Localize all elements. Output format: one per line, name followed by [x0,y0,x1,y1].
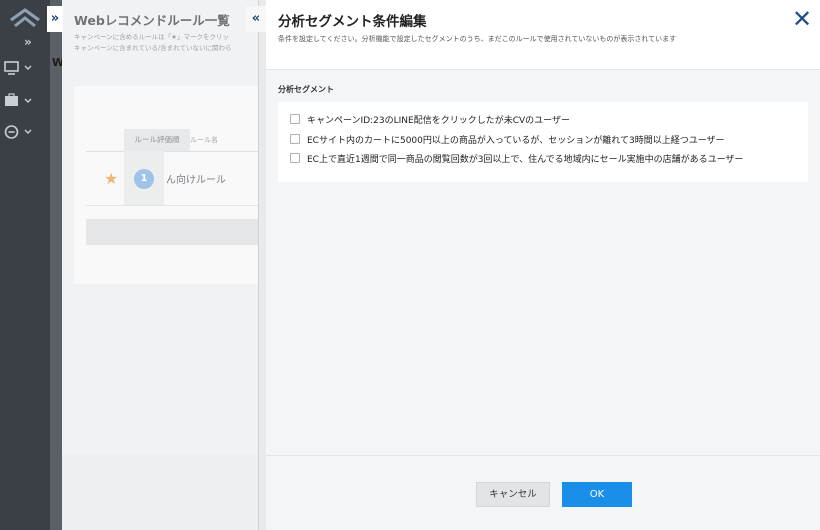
collapse-panel-button[interactable]: « [246,6,266,32]
rule-list-description: キャンペーンに含めるルールは「★」マークをクリッ キャンペーンに含まれている/含… [74,32,231,54]
table-divider [86,151,258,152]
double-chevron-left-icon: « [251,11,261,26]
rank-badge: 1 [134,169,154,189]
table-divider [86,205,258,206]
segment-list: キャンペーンID:23のLINE配信をクリックしたが未CVのユーザー ECサイト… [278,102,808,182]
segment-edit-modal: 分析セグメント条件編集 条件を設定してください。分析機能で設定したセグメントのう… [266,0,820,530]
double-chevron-right-icon: » [50,11,60,26]
rule-list-description-line1: キャンペーンに含めるルールは「★」マークをクリッ [74,33,230,41]
rule-list-description-line2: キャンペーンに含まれている/含まれていないに関わら [74,44,232,52]
segment-option[interactable]: EC上で直近1週間で同一商品の閲覧回数が3回以上で、住んでる地域内にセール実施中… [290,151,743,165]
segment-option[interactable]: キャンペーンID:23のLINE配信をクリックしたが未CVのユーザー [290,112,570,126]
rule-list-panel: Webレコメンドルール一覧 キャンペーンに含めるルールは「★」マークをクリッ キ… [62,0,258,530]
nav-monitor[interactable] [4,60,44,80]
segment-checkbox[interactable] [290,153,300,163]
segment-label: キャンペーンID:23のLINE配信をクリックしたが未CVのユーザー [307,115,570,126]
rule-name[interactable]: ん向けルール [166,171,226,186]
rule-list-title: Webレコメンドルール一覧 [74,13,230,28]
segment-label: EC上で直近1週間で同一商品の閲覧回数が3回以上で、住んでる地域内にセール実施中… [307,154,744,165]
modal-title: 分析セグメント条件編集 [278,14,427,30]
section-label: 分析セグメント [278,85,334,94]
table-row [86,219,258,245]
cancel-button[interactable]: キャンセル [476,482,550,507]
panel-divider [258,0,266,530]
background-page-strip: W [50,0,64,530]
ok-button[interactable]: OK [562,482,632,507]
star-icon[interactable]: ★ [104,169,118,188]
modal-subtitle: 条件を設定してください。分析機能で設定したセグメントのうち、まだこのルールで使用… [278,35,677,43]
monitor-icon [4,61,32,75]
app-sidebar: » [0,0,50,530]
modal-header: 分析セグメント条件編集 条件を設定してください。分析機能で設定したセグメントのう… [266,0,820,70]
column-header-eval-order: ルール評価順 [124,129,190,151]
segment-checkbox[interactable] [290,114,300,124]
briefcase-icon [5,93,32,106]
modal-footer: キャンセル OK [266,455,820,530]
close-icon[interactable]: ✕ [790,6,814,32]
segment-checkbox[interactable] [290,134,300,144]
modal-body: 分析セグメント キャンペーンID:23のLINE配信をクリックしたが未CVのユー… [266,71,820,455]
segment-label: ECサイト内のカートに5000円以上の商品が入っているが、セッションが離れて3時… [307,135,725,146]
nav-minus-circle[interactable] [4,124,44,144]
nav-briefcase[interactable] [4,93,44,113]
segment-option[interactable]: ECサイト内のカートに5000円以上の商品が入っているが、セッションが離れて3時… [290,132,725,146]
app-logo [10,8,40,28]
minus-circle-icon [4,125,32,139]
column-header-rule-name: ルール名 [190,136,218,144]
expand-panel-button[interactable]: » [47,6,63,32]
expand-sidebar-icon[interactable]: » [24,35,32,49]
rule-list-footer [62,454,258,530]
